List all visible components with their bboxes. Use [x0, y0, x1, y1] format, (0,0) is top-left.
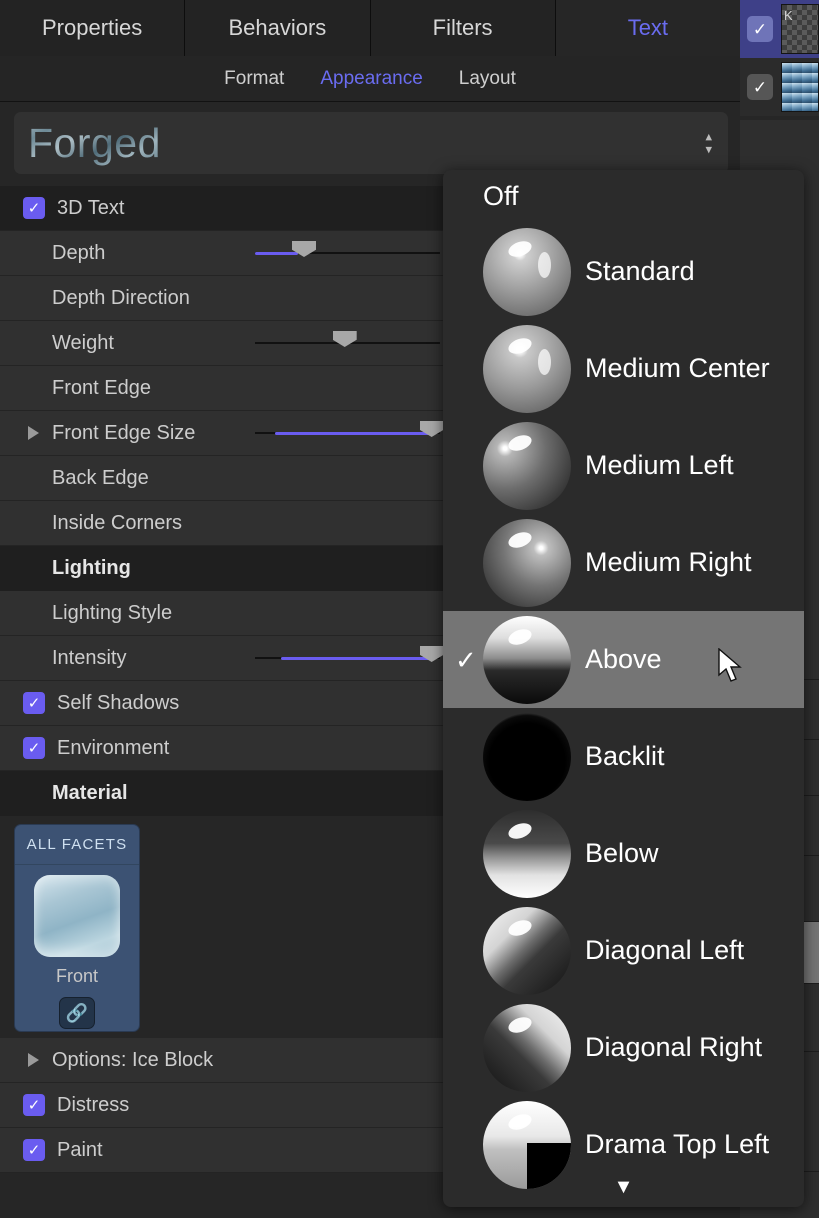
swatch-caption: ALL FACETS: [15, 825, 139, 865]
layer-row[interactable]: ✓ K: [735, 0, 819, 58]
menu-item-medium-left[interactable]: Medium Left: [443, 417, 804, 514]
menu-item-diagonal-right[interactable]: Diagonal Right: [443, 999, 804, 1096]
depth-slider[interactable]: [255, 241, 440, 263]
text-subtabbar: Format Appearance Layout: [0, 56, 740, 102]
facet-name: Front: [55, 966, 98, 986]
disclosure-triangle-icon[interactable]: [28, 1053, 39, 1067]
sphere-preview-icon: [483, 615, 571, 704]
menu-item-label: Standard: [585, 256, 695, 286]
material-texture-thumbnail[interactable]: [34, 875, 120, 957]
tab-text[interactable]: Text: [555, 0, 740, 56]
menu-item-label: Medium Right: [585, 547, 752, 577]
tab-filters[interactable]: Filters: [370, 0, 556, 56]
param-label: Environment: [57, 736, 170, 759]
sphere-preview-icon: [483, 227, 571, 316]
param-label: 3D Text: [57, 196, 125, 219]
layer-visibility-checkbox[interactable]: ✓: [747, 16, 773, 42]
menu-item-label: Diagonal Left: [585, 935, 745, 965]
environment-checkbox[interactable]: ✓: [23, 737, 45, 759]
param-label: Lighting Style: [52, 601, 173, 624]
menu-scroll-down-icon[interactable]: ▼: [443, 1176, 804, 1199]
subtab-appearance[interactable]: Appearance: [320, 68, 422, 90]
param-label: Depth Direction: [52, 286, 190, 309]
menu-item-below[interactable]: Below: [443, 805, 804, 902]
layer-row[interactable]: ✓: [735, 58, 819, 116]
menu-item-standard[interactable]: Standard: [443, 223, 804, 320]
sphere-preview-icon: [483, 324, 571, 413]
menu-item-medium-right[interactable]: Medium Right: [443, 514, 804, 611]
param-label: Options: Ice Block: [52, 1048, 214, 1071]
inspector-tabbar: Properties Behaviors Filters Text: [0, 0, 740, 56]
layers-strip: ✓ K ✓: [735, 0, 819, 120]
material-facet-swatch[interactable]: ALL FACETS Front 🔗: [14, 824, 140, 1032]
menu-item-above[interactable]: ✓ Above: [443, 611, 804, 708]
menu-item-backlit[interactable]: Backlit: [443, 708, 804, 805]
link-icon[interactable]: 🔗: [59, 997, 95, 1029]
param-label: Paint: [57, 1138, 103, 1161]
layer-thumbnail[interactable]: K: [781, 4, 819, 54]
param-label: Inside Corners: [52, 511, 183, 534]
param-label: Weight: [52, 331, 114, 354]
sphere-preview-icon: [483, 809, 571, 898]
sphere-preview-icon: [483, 906, 571, 995]
disclosure-triangle-icon[interactable]: [28, 426, 39, 440]
menu-item-label: Above: [585, 644, 662, 674]
self-shadows-checkbox[interactable]: ✓: [23, 692, 45, 714]
sphere-preview-icon: [483, 421, 571, 510]
sphere-preview-icon: [483, 1003, 571, 1092]
distress-checkbox[interactable]: ✓: [23, 1094, 45, 1116]
menu-item-medium-center[interactable]: Medium Center: [443, 320, 804, 417]
stepper-icon[interactable]: ▴ ▾: [705, 130, 712, 156]
param-label: Distress: [57, 1093, 130, 1116]
3d-text-checkbox[interactable]: ✓: [23, 197, 45, 219]
menu-item-label: Diagonal Right: [585, 1032, 763, 1062]
mouse-cursor-icon: [718, 648, 742, 682]
menu-item-label: Backlit: [585, 741, 665, 771]
menu-item-label: Medium Left: [585, 450, 734, 480]
param-label: Intensity: [52, 646, 127, 669]
menu-item-off[interactable]: Off: [443, 170, 804, 223]
tab-behaviors[interactable]: Behaviors: [185, 0, 371, 56]
layer-visibility-checkbox[interactable]: ✓: [747, 74, 773, 100]
checkmark-icon: ✓: [455, 644, 477, 675]
param-label: Depth: [52, 241, 106, 264]
stepper-down-icon[interactable]: ▾: [705, 143, 712, 156]
weight-slider[interactable]: [255, 331, 440, 353]
paint-checkbox[interactable]: ✓: [23, 1139, 45, 1161]
tab-properties[interactable]: Properties: [0, 0, 186, 56]
text-style-popup[interactable]: Forged ▴ ▾: [14, 112, 728, 174]
menu-item-label: Drama Top Left: [585, 1129, 770, 1159]
lighting-style-menu[interactable]: Off Standard Medium Center Medium Left M…: [443, 170, 804, 1207]
intensity-slider[interactable]: [255, 646, 444, 668]
subtab-format[interactable]: Format: [224, 68, 284, 90]
stepper-up-icon[interactable]: ▴: [705, 130, 712, 143]
sphere-preview-icon: [483, 518, 571, 607]
inspector-scrollbar[interactable]: [725, 112, 734, 174]
menu-item-label: Below: [585, 838, 659, 868]
param-label: Self Shadows: [57, 691, 180, 714]
param-label: Front Edge Size: [52, 421, 196, 444]
sphere-preview-icon: [483, 712, 571, 801]
menu-item-label: Medium Center: [585, 353, 770, 383]
param-label: Back Edge: [52, 466, 149, 489]
style-preview-text: Forged: [14, 120, 161, 167]
param-label: Front Edge: [52, 376, 151, 399]
motion-text-inspector: ✓ K ✓ el al Properties Behaviors Filters: [0, 0, 819, 1218]
menu-item-label: Off: [483, 181, 519, 211]
menu-item-diagonal-left[interactable]: Diagonal Left: [443, 902, 804, 999]
front-edge-size-slider[interactable]: [255, 421, 444, 443]
subtab-layout[interactable]: Layout: [459, 68, 516, 90]
layer-thumbnail[interactable]: [781, 62, 819, 112]
